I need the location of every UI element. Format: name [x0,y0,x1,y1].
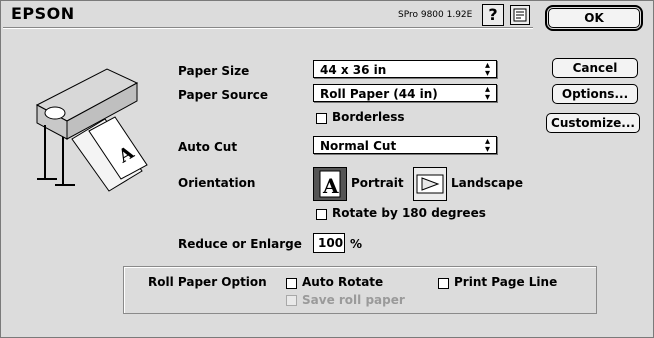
customize-button[interactable]: Customize... [546,113,640,133]
roll-paper-option-title: Roll Paper Option [148,275,267,289]
popup-arrows-icon: ▴ ▾ [484,84,490,103]
landscape-option[interactable] [413,167,447,201]
portrait-label: Portrait [351,176,404,190]
printer-illustration: A [35,68,148,192]
borderless-checkbox[interactable] [316,113,327,124]
ok-button[interactable]: OK [545,5,643,31]
reduce-enlarge-label: Reduce or Enlarge [178,237,302,251]
portrait-option[interactable]: A [313,167,347,201]
scale-input[interactable]: 100 [313,233,345,253]
paper-source-popup[interactable]: Roll Paper (44 in) ▴ ▾ [313,84,497,103]
print-page-line-checkbox[interactable] [438,278,449,289]
popup-arrows-icon: ▴ ▾ [484,136,490,155]
auto-cut-label: Auto Cut [178,140,238,154]
question-icon: ? [488,5,498,24]
portrait-icon: A [319,170,341,198]
svg-text:A: A [322,174,339,198]
auto-rotate-label: Auto Rotate [302,275,384,289]
save-roll-paper-checkbox[interactable] [286,295,297,306]
header-divider [3,27,533,29]
driver-version: SPro 9800 1.92E [398,10,473,20]
orientation-label: Orientation [178,176,256,190]
landscape-icon [416,174,444,194]
scale-unit: % [350,237,363,251]
popup-arrows-icon: ▴ ▾ [484,60,490,79]
paper-size-popup[interactable]: 44 x 36 in ▴ ▾ [313,60,497,79]
options-button[interactable]: Options... [552,84,638,104]
save-roll-paper-label: Save roll paper [302,293,405,307]
page-setup-dialog: EPSON SPro 9800 1.92E ? OK A Paper Size … [0,0,654,338]
rotate-180-checkbox[interactable] [316,209,327,220]
print-page-line-label: Print Page Line [454,275,558,289]
printer-info-icon [513,8,527,22]
landscape-label: Landscape [451,176,523,190]
paper-source-label: Paper Source [178,88,268,102]
auto-cut-value: Normal Cut [320,139,397,153]
rotate-180-label: Rotate by 180 degrees [332,206,486,220]
cancel-button[interactable]: Cancel [552,58,638,78]
auto-rotate-checkbox[interactable] [286,278,297,289]
printer-info-button[interactable] [510,5,530,25]
paper-source-value: Roll Paper (44 in) [320,87,438,101]
brand-logo: EPSON [11,4,75,23]
paper-size-label: Paper Size [178,64,250,78]
borderless-label: Borderless [332,110,405,124]
help-button[interactable]: ? [482,4,504,26]
paper-size-value: 44 x 36 in [320,63,387,77]
auto-cut-popup[interactable]: Normal Cut ▴ ▾ [313,136,497,155]
